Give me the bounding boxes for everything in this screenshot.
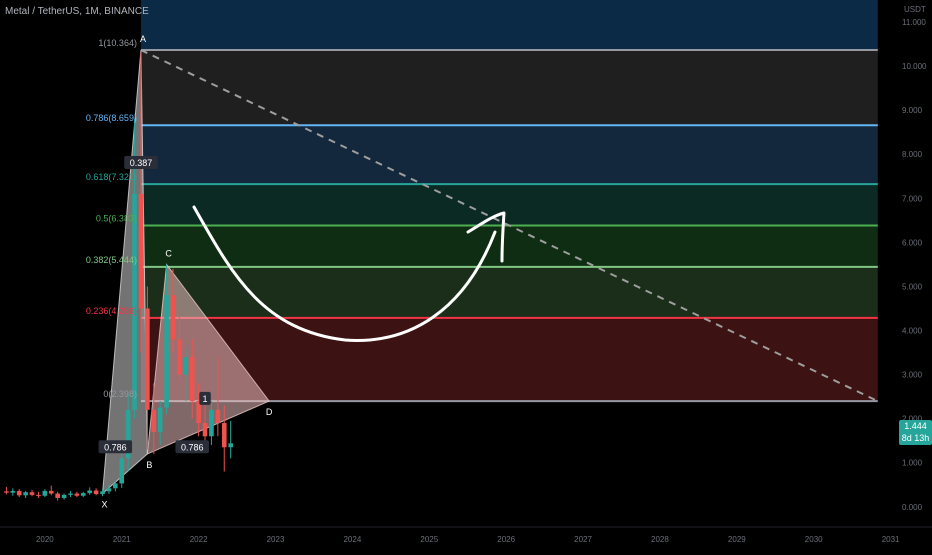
point-label-x: X: [102, 500, 108, 510]
price-tick-label: 7.000: [902, 194, 923, 203]
candle: [177, 339, 182, 375]
price-tick-label: 11.000: [902, 18, 926, 27]
ratio-label: 0.387: [130, 158, 153, 168]
candle: [106, 488, 112, 492]
current-price-value: 1.444: [904, 421, 927, 431]
fib-zone: [140, 225, 878, 267]
price-tick-label: 4.000: [902, 327, 923, 336]
time-tick-label: 2026: [497, 535, 515, 544]
ratio-label: 0.786: [104, 442, 127, 452]
candle: [132, 193, 137, 410]
candle: [74, 493, 80, 496]
fib-zone: [140, 50, 878, 126]
current-price-badge: 1.444 8d 13h: [899, 420, 932, 445]
time-tick-label: 2024: [343, 535, 361, 544]
candle: [16, 490, 22, 496]
point-label-a: A: [140, 34, 146, 44]
time-tick-label: 2021: [113, 535, 131, 544]
point-label-c: C: [165, 248, 172, 258]
candle: [183, 356, 189, 375]
bar-countdown: 8d 13h: [901, 433, 930, 443]
chart-title: Metal / TetherUS, 1M, BINANCE: [5, 6, 149, 17]
time-tick-label: 2022: [190, 535, 208, 544]
time-tick-label: 2030: [805, 535, 823, 544]
point-label-d: D: [266, 407, 273, 417]
candle: [61, 494, 67, 498]
price-tick-label: 6.000: [902, 238, 923, 247]
time-tick-label: 2025: [420, 535, 438, 544]
price-tick-label: 5.000: [902, 282, 923, 291]
candle: [228, 443, 233, 448]
fib-zone: [140, 184, 878, 226]
price-tick-label: 0.000: [902, 503, 923, 512]
currency-unit: USDT: [904, 5, 926, 14]
fib-level-label: 0.5(6.383): [96, 213, 137, 223]
candle: [170, 295, 176, 340]
candle: [93, 490, 99, 494]
candle: [215, 409, 221, 424]
point-label-b: B: [146, 460, 152, 470]
candle: [10, 490, 16, 493]
fib-level-label: 0(2.398): [103, 389, 137, 399]
candle: [87, 490, 93, 494]
fib-zone-top: [140, 0, 878, 51]
candle: [100, 491, 105, 494]
time-tick-label: 2029: [728, 535, 746, 544]
price-chart[interactable]: 1(10.364) 0.786(8.659) 0.618(7.321) 0.5(6.3…: [0, 0, 932, 550]
candle: [209, 409, 214, 437]
ratio-label: 1: [203, 394, 208, 404]
time-tick-label: 2028: [651, 535, 669, 544]
candle: [68, 493, 73, 495]
fib-level-label: 0.786(8.659): [86, 113, 137, 123]
candle: [145, 308, 150, 410]
fib-level-label: 1(10.364): [98, 38, 137, 48]
candle: [151, 409, 157, 432]
fib-level-label: 0.618(7.321): [86, 172, 137, 182]
ratio-label: 0.786: [181, 442, 204, 452]
price-tick-label: 10.000: [902, 62, 927, 71]
candle: [202, 423, 208, 437]
price-tick-label: 8.000: [902, 150, 923, 159]
price-tick-label: 3.000: [902, 371, 923, 380]
candle: [29, 492, 35, 495]
candle: [157, 407, 163, 432]
time-tick-label: 2027: [574, 535, 592, 544]
candle: [48, 490, 54, 494]
candle: [119, 458, 125, 484]
candle: [36, 494, 41, 496]
chart-area[interactable]: 1(10.364) 0.786(8.659) 0.618(7.321) 0.5(6.3…: [0, 0, 932, 550]
candle: [55, 493, 60, 498]
time-tick-label: 2020: [36, 535, 54, 544]
price-tick-label: 9.000: [902, 106, 923, 115]
fib-level-label: 0.236(4.286): [86, 306, 137, 316]
candle: [4, 491, 9, 493]
candle: [221, 423, 227, 448]
fib-zone: [140, 125, 878, 185]
candle: [138, 193, 144, 309]
fib-level-label: 0.382(5.444): [86, 255, 137, 265]
candle: [113, 483, 118, 489]
candle: [189, 356, 195, 402]
candle: [42, 490, 48, 496]
candle: [80, 493, 86, 496]
time-tick-label: 2031: [882, 535, 900, 544]
time-axis[interactable]: 2020 2021 2022 2023 2024 2025 2026 2027 2028 2029…: [0, 526, 932, 544]
candle: [164, 295, 169, 408]
candle: [23, 492, 28, 496]
time-tick-label: 2023: [267, 535, 285, 544]
price-tick-label: 1.000: [902, 459, 923, 468]
fib-zones: [140, 0, 878, 402]
